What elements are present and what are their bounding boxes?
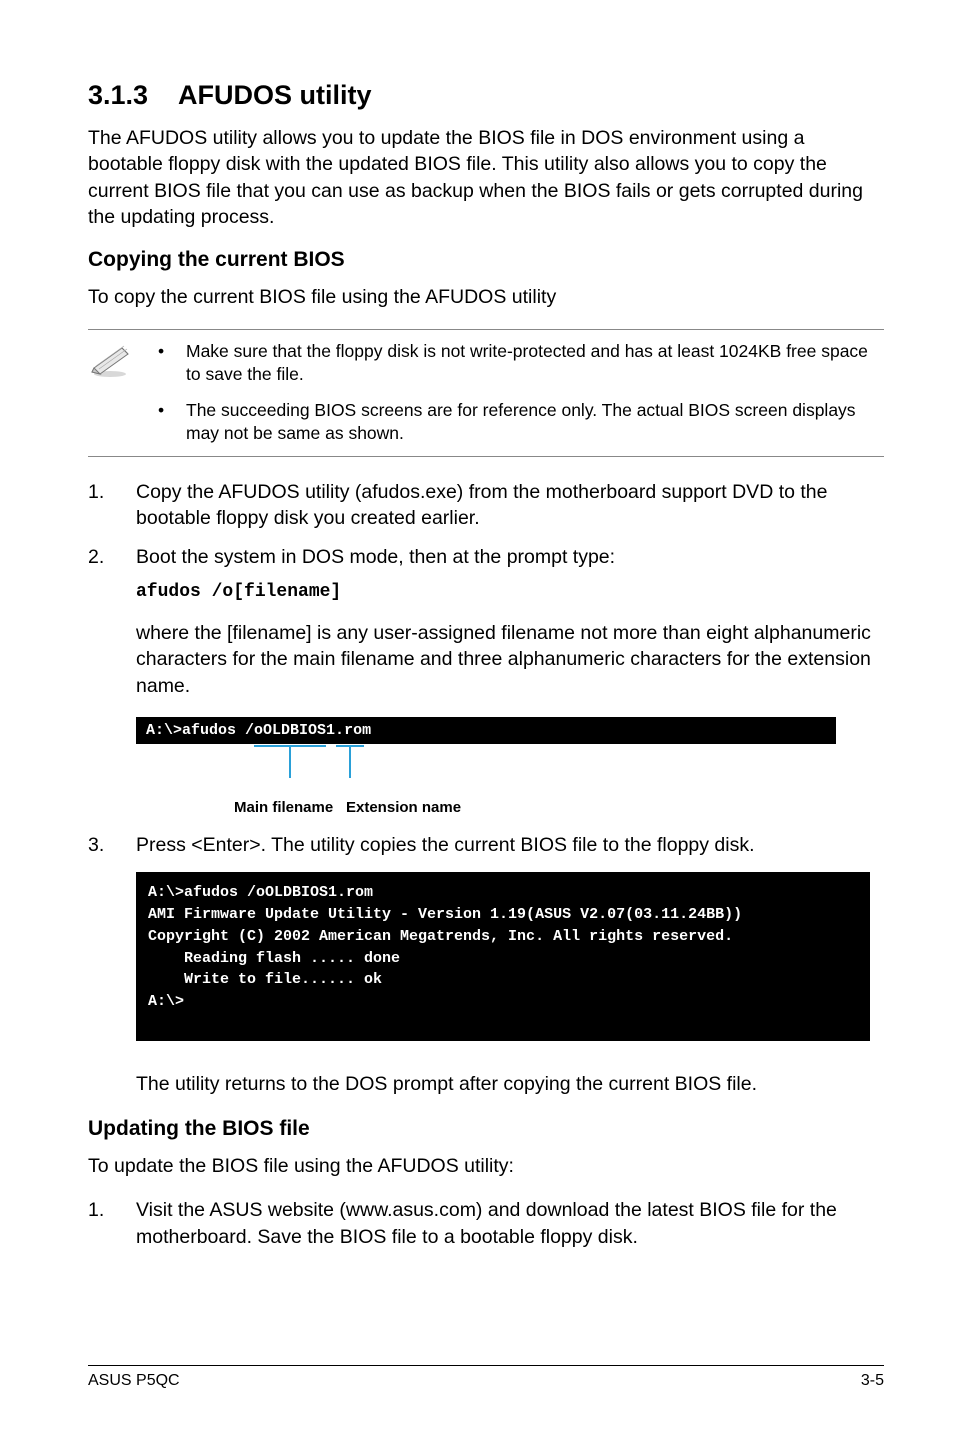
command-text: afudos /o[filename] xyxy=(136,582,884,602)
list-number: 1. xyxy=(88,1197,136,1250)
term-ext: rom xyxy=(344,722,371,739)
copy-lead: To copy the current BIOS file using the … xyxy=(88,284,884,310)
footer-left: ASUS P5QC xyxy=(88,1372,180,1390)
pencil-note-icon xyxy=(88,340,158,383)
intro-paragraph: The AFUDOS utility allows you to update … xyxy=(88,125,884,230)
terminal-output: A:\>afudos /oOLDBIOS1.rom AMI Firmware U… xyxy=(136,872,870,1041)
after-text: The utility returns to the DOS prompt af… xyxy=(136,1071,884,1097)
list-item: 3. Press <Enter>. The utility copies the… xyxy=(88,832,884,858)
step2-text: Boot the system in DOS mode, then at the… xyxy=(136,546,615,568)
list-number: 3. xyxy=(88,832,136,858)
list-item: 2. Boot the system in DOS mode, then at … xyxy=(88,544,884,570)
callout-lines-icon xyxy=(136,744,456,794)
terminal-filename-example: A:\>afudos /oOLDBIOS1.rom Main filename … xyxy=(136,717,836,816)
section-title: AFUDOS utility xyxy=(178,80,372,110)
list-number: 1. xyxy=(88,479,136,532)
list-body: Visit the ASUS website (www.asus.com) an… xyxy=(136,1197,884,1250)
list-number: 2. xyxy=(88,544,136,570)
note-item: • The succeeding BIOS screens are for re… xyxy=(158,399,884,446)
page-footer: ASUS P5QC 3-5 xyxy=(88,1365,884,1390)
list-item: 1. Visit the ASUS website (www.asus.com)… xyxy=(88,1197,884,1250)
term-main: OLDBIOS1 xyxy=(263,722,335,739)
label-main-filename: Main filename xyxy=(234,799,346,816)
list-body: Press <Enter>. The utility copies the cu… xyxy=(136,832,884,858)
footer-page-number: 3-5 xyxy=(861,1372,884,1390)
list-body: Boot the system in DOS mode, then at the… xyxy=(136,544,884,570)
copy-heading: Copying the current BIOS xyxy=(88,248,884,272)
label-extension-name: Extension name xyxy=(346,799,461,816)
list-body: Copy the AFUDOS utility (afudos.exe) fro… xyxy=(136,479,884,532)
note-item: • Make sure that the floppy disk is not … xyxy=(158,340,884,387)
bullet-icon: • xyxy=(158,340,186,387)
term-prefix: A:\>afudos /o xyxy=(146,722,263,739)
section-heading: 3.1.3AFUDOS utility xyxy=(88,80,884,111)
update-heading: Updating the BIOS file xyxy=(88,1117,884,1141)
note-box: • Make sure that the floppy disk is not … xyxy=(88,329,884,458)
bullet-icon: • xyxy=(158,399,186,446)
term-dot: . xyxy=(335,722,344,739)
note-items: • Make sure that the floppy disk is not … xyxy=(158,340,884,447)
step2-desc: where the [filename] is any user-assigne… xyxy=(136,620,884,699)
terminal-line: A:\>afudos /oOLDBIOS1.rom xyxy=(136,717,836,744)
filename-labels: Main filename Extension name xyxy=(234,799,836,816)
note-text: Make sure that the floppy disk is not wr… xyxy=(186,340,884,387)
update-lead: To update the BIOS file using the AFUDOS… xyxy=(88,1153,884,1179)
note-text: The succeeding BIOS screens are for refe… xyxy=(186,399,884,446)
list-item: 1. Copy the AFUDOS utility (afudos.exe) … xyxy=(88,479,884,532)
section-number: 3.1.3 xyxy=(88,80,178,111)
